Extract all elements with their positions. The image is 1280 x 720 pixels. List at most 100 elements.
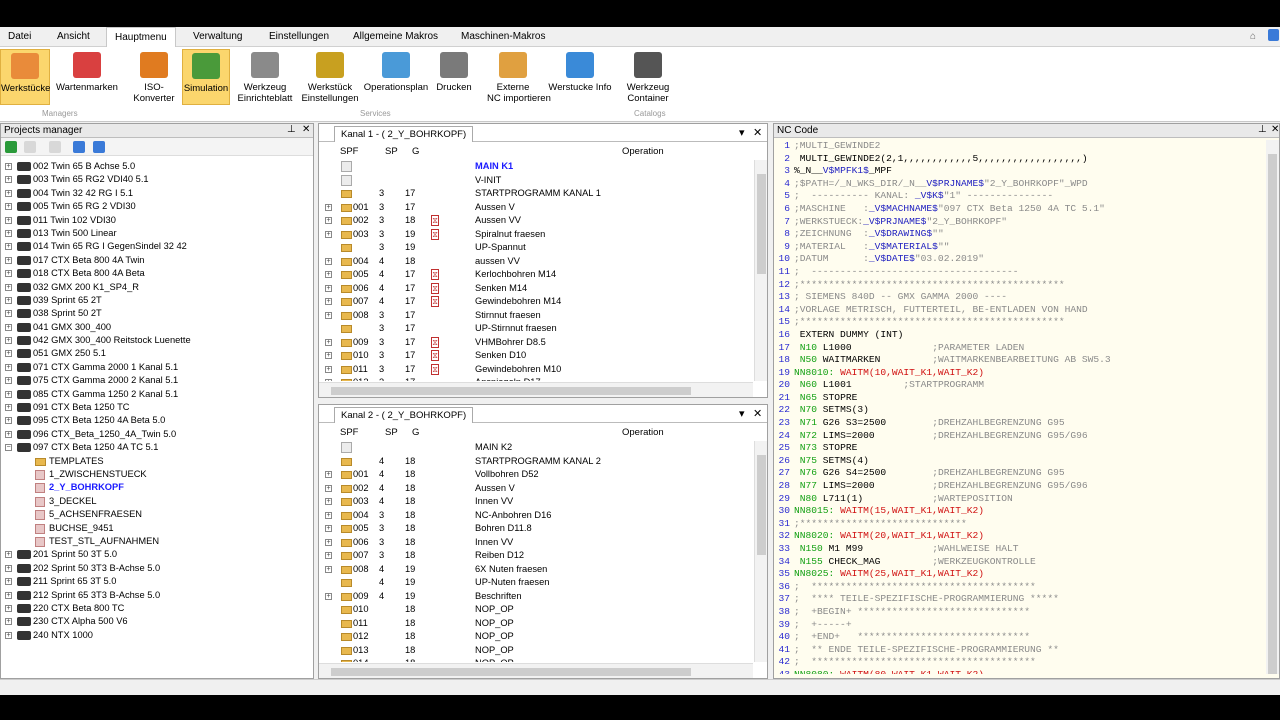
table-row[interactable]: +002 3 18 ⧖ Aussen VV (319, 214, 753, 228)
code-line[interactable]: 20 N60 L1001 ;STARTPROGRAMM (774, 379, 1265, 392)
code-line[interactable]: 5 ; ---------- KANAL: _V$K$"1" ----------… (774, 190, 1265, 203)
table-row[interactable]: +007 4 17 ⧖ Gewindebohren M14 (319, 295, 753, 309)
code-line[interactable]: 25 N73 STOPRE (774, 442, 1265, 455)
expand-icon[interactable]: + (5, 631, 12, 639)
tree-item[interactable]: +017 CTX Beta 800 4A Twin (3, 254, 311, 267)
expand-icon[interactable]: + (5, 323, 12, 331)
code-line[interactable]: 36 ; ************************************… (774, 581, 1265, 594)
tree-item[interactable]: +018 CTX Beta 800 4A Beta (3, 267, 311, 280)
tree-item[interactable]: +220 CTX Beta 800 TC (3, 602, 311, 615)
table-row[interactable]: +010 3 17 ⧖ Senken D10 (319, 349, 753, 363)
code-line[interactable]: 21 N65 STOPRE (774, 392, 1265, 405)
expand-icon[interactable]: + (325, 352, 332, 359)
expand-icon[interactable]: + (5, 564, 12, 572)
expand-icon[interactable]: + (5, 390, 12, 398)
tree-item[interactable]: +003 Twin 65 RG2 VDI40 5.1 (3, 173, 311, 186)
code-line[interactable]: 30 NN8015: WAITM(15,WAIT_K1,WAIT_K2) (774, 505, 1265, 518)
ribbon-button-1[interactable]: Wartenmarken (55, 49, 119, 105)
close-icon[interactable]: ✕ (753, 407, 762, 420)
tree-item[interactable]: 1_ZWISCHENSTUECK (3, 468, 311, 481)
code-line[interactable]: 2 MULTI_GEWINDE2(2,1,,,,,,,,,,,,5,,,,,,,… (774, 153, 1265, 166)
tree-item[interactable]: BUCHSE_9451 (3, 522, 311, 535)
tree-item[interactable]: +039 Sprint 65 2T (3, 294, 311, 307)
table-row[interactable]: +007 3 18 Reiben D12 (319, 549, 753, 563)
kanal1-hscrollbar[interactable] (319, 382, 753, 397)
tree-item[interactable]: +004 Twin 32 42 RG I 5.1 (3, 187, 311, 200)
ribbon-button-9[interactable]: Werstucke Info (547, 49, 613, 105)
kanal1-tab[interactable]: Kanal 1 - ( 2_Y_BOHRKOPF) (334, 126, 474, 142)
menu-maschinen-makros[interactable]: Maschinen-Makros (461, 31, 545, 42)
expand-icon[interactable]: + (5, 350, 12, 358)
table-row[interactable]: +005 3 18 Bohren D11.8 (319, 522, 753, 536)
expand-icon[interactable]: + (325, 565, 332, 573)
tree-item[interactable]: +014 Twin 65 RG I GegenSindel 32 42 (3, 240, 311, 253)
tree-item[interactable]: +202 Sprint 50 3T3 B-Achse 5.0 (3, 562, 311, 575)
expand-icon[interactable]: + (5, 430, 12, 438)
tree-item[interactable]: +011 Twin 102 VDI30 (3, 214, 311, 227)
code-line[interactable]: 14 ;VORLAGE METRISCH, FUTTERTEIL, BE-ENTL… (774, 304, 1265, 317)
expand-icon[interactable]: + (5, 604, 12, 612)
expand-icon[interactable]: + (325, 484, 332, 492)
code-line[interactable]: 26 N75 SETMS(4) (774, 455, 1265, 468)
expand-icon[interactable]: + (325, 511, 332, 519)
tree-item[interactable]: +005 Twin 65 RG 2 VDI30 (3, 200, 311, 213)
menu-ansicht[interactable]: Ansicht (57, 31, 90, 42)
code-line[interactable]: 41 ; ** ENDE TEILE-SPEZIFISCHE-PROGRAMMIE… (774, 644, 1265, 657)
tree-item[interactable]: − 097 CTX Beta 1250 4A TC 5.1 (3, 441, 311, 454)
code-line[interactable]: 31 ;***************************** (774, 518, 1265, 531)
code-line[interactable]: 34 N155 CHECK_MAG ;WERKZEUGKONTROLLE (774, 556, 1265, 569)
menu-hauptmenu[interactable]: Hauptmenu (106, 27, 176, 48)
download-icon[interactable] (93, 141, 105, 153)
table-row[interactable]: +004 4 18 aussen VV (319, 255, 753, 269)
expand-icon[interactable]: + (5, 551, 12, 559)
expand-icon[interactable]: + (5, 189, 12, 197)
expand-icon[interactable]: + (325, 552, 332, 559)
kanal2-hscrollbar[interactable] (319, 663, 753, 678)
table-row[interactable]: +005 4 17 ⧖ Kerlochbohren M14 (319, 268, 753, 282)
menu-allgemeine-makros[interactable]: Allgemeine Makros (353, 31, 438, 42)
expand-icon[interactable]: + (5, 337, 12, 345)
table-row[interactable]: +009 4 19 Beschriften (319, 590, 753, 604)
menu-einstellungen[interactable]: Einstellungen (269, 31, 329, 42)
expand-icon[interactable]: + (325, 217, 332, 224)
code-line[interactable]: 16 EXTERN DUMMY (INT) (774, 329, 1265, 342)
code-line[interactable]: 22 N70 SETMS(3) (774, 404, 1265, 417)
table-row[interactable]: 3 19 UP-Spannut (319, 241, 753, 255)
tree-item[interactable]: TEMPLATES (3, 455, 311, 468)
expand-icon[interactable]: + (325, 257, 332, 265)
table-row[interactable]: 4 19 UP-Nuten fraesen (319, 576, 753, 590)
code-line[interactable]: 39 ; +-----+ (774, 619, 1265, 632)
table-row[interactable]: 010 18 NOP_OP (319, 603, 753, 617)
expand-icon[interactable]: + (325, 311, 332, 319)
table-row[interactable]: +012 3 17 Anspiegeln D17 (319, 376, 753, 381)
expand-icon[interactable]: + (5, 229, 12, 237)
collapse-ribbon-icon[interactable]: ⌂ (1250, 31, 1256, 42)
collapse-icon[interactable]: − (5, 444, 12, 452)
ribbon-button-7[interactable]: Drucken (433, 49, 475, 105)
code-line[interactable]: 4 ;$PATH=/_N_WKS_DIR/_N__V$PRJNAME$"2_Y_B… (774, 178, 1265, 191)
expand-icon[interactable]: + (5, 591, 12, 599)
col-operation[interactable]: Operation (622, 146, 664, 157)
table-row[interactable]: +006 3 18 Innen VV (319, 536, 753, 550)
code-line[interactable]: 10 ;DATUM :_V$DATE$"03.02.2019" (774, 253, 1265, 266)
expand-icon[interactable]: + (5, 404, 12, 412)
code-line[interactable]: 23 N71 G26 S3=2500 ;DREHZAHLBEGRENZUNG G… (774, 417, 1265, 430)
pin-icon[interactable]: ⊥ (287, 124, 296, 135)
col-operation[interactable]: Operation (622, 427, 664, 438)
expand-icon[interactable]: + (5, 310, 12, 318)
table-row[interactable]: +001 3 17 Aussen V (319, 201, 753, 215)
tree-item[interactable]: +095 CTX Beta 1250 4A Beta 5.0 (3, 414, 311, 427)
tree-item[interactable]: +071 CTX Gamma 2000 1 Kanal 5.1 (3, 361, 311, 374)
kanal2-vscrollbar[interactable] (754, 441, 767, 662)
table-row[interactable]: +001 4 18 Vollbohren D52 (319, 468, 753, 482)
expand-icon[interactable]: + (5, 270, 12, 278)
code-line[interactable]: 33 N150 M1 M99 ;WAHLWEISE HALT (774, 543, 1265, 556)
code-line[interactable]: 7 ;WERKSTUECK:_V$PRJNAME$"2_Y_BOHRKOPF" (774, 216, 1265, 229)
menu-datei[interactable]: Datei (8, 31, 31, 42)
expand-icon[interactable]: + (325, 498, 332, 505)
table-row[interactable]: MAIN K2 (319, 441, 753, 455)
table-row[interactable]: 012 18 NOP_OP (319, 630, 753, 644)
expand-icon[interactable]: + (5, 417, 12, 425)
help-icon[interactable] (1268, 29, 1279, 41)
dropdown-icon[interactable]: ▾ (739, 126, 745, 139)
